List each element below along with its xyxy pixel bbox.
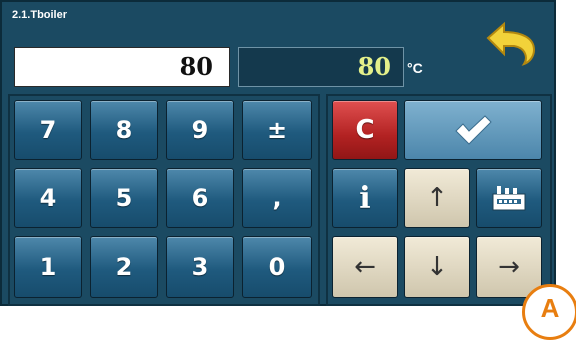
numeric-keypad: 7 8 9 ± 4 5 6 , 1 2 3 0	[8, 94, 320, 306]
corner-badge: A	[522, 284, 576, 340]
key-4[interactable]: 4	[14, 168, 82, 228]
unit-label: °C	[407, 60, 423, 76]
left-button[interactable]: ←	[332, 236, 398, 298]
key-2[interactable]: 2	[90, 236, 158, 298]
back-button[interactable]	[482, 20, 542, 66]
dialog-panel: 2.1.Tboiler 80 80 °C 7 8 9 ± 4 5 6 , 1 2…	[0, 0, 556, 306]
key-6[interactable]: 6	[166, 168, 234, 228]
key-5[interactable]: 5	[90, 168, 158, 228]
confirm-button[interactable]	[404, 100, 542, 160]
action-panel: C i ↑ ← ↓ →	[326, 94, 552, 306]
key-1[interactable]: 1	[14, 236, 82, 298]
key-8[interactable]: 8	[90, 100, 158, 160]
checkmark-icon	[455, 115, 492, 145]
undo-arrow-icon	[486, 21, 536, 66]
key-plus-minus[interactable]: ±	[242, 100, 312, 160]
value-input[interactable]: 80	[14, 47, 230, 87]
down-button[interactable]: ↓	[404, 236, 470, 298]
clear-button[interactable]: C	[332, 100, 398, 160]
key-3[interactable]: 3	[166, 236, 234, 298]
current-value-display: 80	[238, 47, 404, 87]
parameter-title: 2.1.Tboiler	[12, 9, 68, 21]
device-menu-button[interactable]	[476, 168, 542, 228]
key-9[interactable]: 9	[166, 100, 234, 160]
key-7[interactable]: 7	[14, 100, 82, 160]
key-0[interactable]: 0	[242, 236, 312, 298]
device-settings-icon	[492, 186, 526, 211]
info-button[interactable]: i	[332, 168, 398, 228]
up-button[interactable]: ↑	[404, 168, 470, 228]
key-comma[interactable]: ,	[242, 168, 312, 228]
